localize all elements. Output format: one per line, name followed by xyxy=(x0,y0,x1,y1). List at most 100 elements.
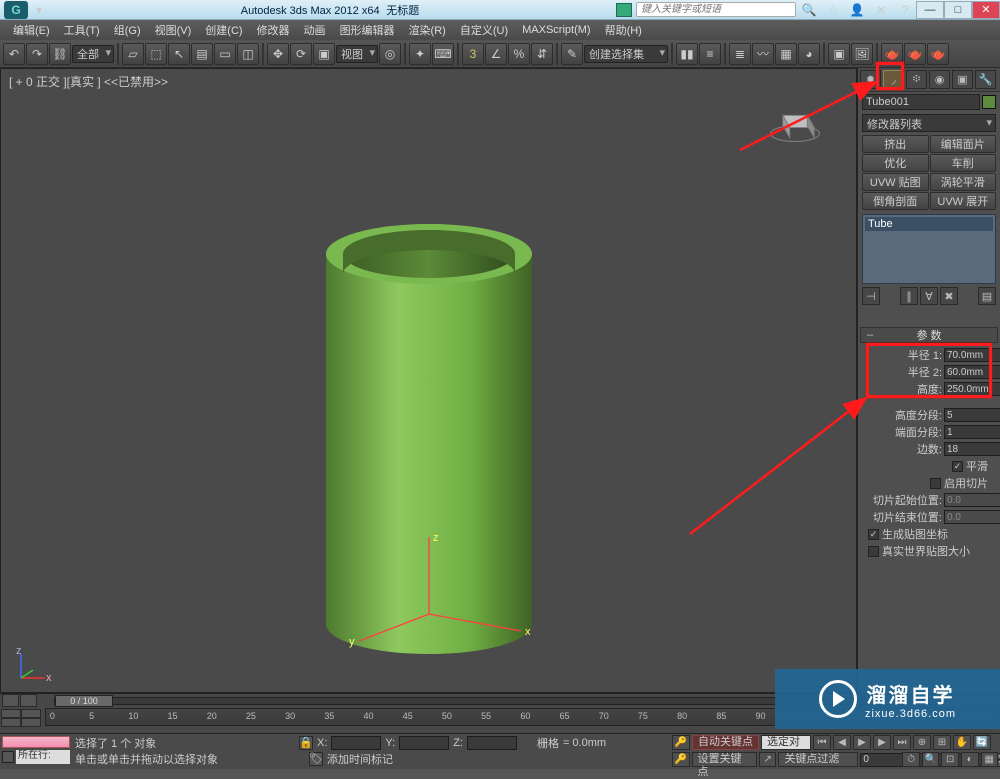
minimize-button[interactable]: — xyxy=(916,1,944,19)
menu-edit[interactable]: 编辑(E) xyxy=(6,22,57,38)
undo-button[interactable]: ↶ xyxy=(3,43,25,65)
set-key-icon[interactable]: 🔑 xyxy=(672,752,690,767)
render-setup-button[interactable]: ▣ xyxy=(828,43,850,65)
menu-modifiers[interactable]: 修改器 xyxy=(250,22,297,38)
radius2-input[interactable] xyxy=(944,365,1000,379)
user-icon[interactable]: 👤 xyxy=(846,0,868,21)
display-tab[interactable]: ▣ xyxy=(952,70,973,89)
scope-dropdown[interactable]: 全部 xyxy=(72,45,114,63)
pin-stack-button[interactable]: ⊣ xyxy=(862,287,880,305)
select-button[interactable]: ▱ xyxy=(122,43,144,65)
search-icon[interactable]: 🔍 xyxy=(798,0,820,21)
modifier-list-dropdown[interactable]: 修改器列表 xyxy=(862,114,996,132)
menu-customize[interactable]: 自定义(U) xyxy=(453,22,515,38)
nav-5-icon[interactable]: 🔍 xyxy=(922,752,940,767)
link-button[interactable]: ⛓ xyxy=(49,43,71,65)
params-rollup-header[interactable]: 参 数 xyxy=(860,327,998,343)
sel-set-field[interactable]: 选定对 xyxy=(761,735,811,750)
snap-angle-icon[interactable]: ∠ xyxy=(485,43,507,65)
height-input[interactable] xyxy=(944,382,1000,396)
mod-btn-bevelprofile[interactable]: 倒角剖面 xyxy=(862,192,929,210)
autokey-button[interactable]: 自动关键点 xyxy=(692,735,759,750)
filter-icon[interactable]: ↗ xyxy=(759,752,777,767)
gen-uv-checkbox[interactable] xyxy=(868,529,879,540)
setkey-button[interactable]: 设置关键点 xyxy=(692,752,757,767)
y-field[interactable] xyxy=(399,736,449,750)
sides-input[interactable] xyxy=(944,442,1000,456)
play-next-icon[interactable]: ▶ xyxy=(873,735,891,750)
configure-button[interactable]: ▤ xyxy=(978,287,996,305)
hseg-input[interactable] xyxy=(944,408,1000,422)
menu-create[interactable]: 创建(C) xyxy=(198,22,249,38)
trackbar-icon3[interactable] xyxy=(1,718,21,727)
snap-percent-icon[interactable]: % xyxy=(508,43,530,65)
stack-item-tube[interactable]: Tube xyxy=(865,217,993,231)
create-tab[interactable]: ✹ xyxy=(860,70,881,89)
maximize-button[interactable]: □ xyxy=(944,1,972,19)
curve-editor-button[interactable]: 〰 xyxy=(752,43,774,65)
mod-btn-extrude[interactable]: 挤出 xyxy=(862,135,929,153)
remove-mod-button[interactable]: ✖ xyxy=(940,287,958,305)
time-cfg-icon[interactable] xyxy=(2,694,19,707)
nav-3-icon[interactable]: ✋ xyxy=(953,735,971,750)
time-cfg2-icon[interactable] xyxy=(20,694,37,707)
slice-from-input[interactable] xyxy=(944,493,1000,507)
time-cfg-icon2[interactable]: ⏱ xyxy=(902,752,920,767)
scale-button[interactable]: ▣ xyxy=(313,43,335,65)
menu-maxscript[interactable]: MAXScript(M) xyxy=(515,24,597,36)
render-frame-button[interactable]: 🖼 xyxy=(851,43,873,65)
render-prod-button[interactable]: 🫖 xyxy=(927,43,949,65)
motion-tab[interactable]: ◉ xyxy=(929,70,950,89)
coord-dropdown[interactable]: 视图 xyxy=(336,45,378,63)
nav-7-icon[interactable]: ◐ xyxy=(961,752,979,767)
utilities-tab[interactable]: 🔧 xyxy=(975,70,996,89)
play-start-icon[interactable]: ⏮ xyxy=(813,735,831,750)
render-iter-button[interactable]: 🫖 xyxy=(904,43,926,65)
viewport[interactable]: [ + 0 正交 ][真实 ] <<已禁用>> xyxy=(0,68,857,693)
script-toggle-icon[interactable] xyxy=(2,751,14,763)
material-button[interactable]: ◕ xyxy=(798,43,820,65)
trackbar-icon4[interactable] xyxy=(21,718,41,727)
exchange-icon[interactable]: ✕ xyxy=(870,0,892,21)
selection-set-dropdown[interactable]: 创建选择集 xyxy=(584,45,668,63)
trackbar-icon2[interactable] xyxy=(21,709,41,718)
key-filter-button[interactable]: 关键点过滤器... xyxy=(778,752,858,767)
list-icon[interactable]: ▤ xyxy=(191,43,213,65)
mod-btn-editpatch[interactable]: 编辑面片 xyxy=(930,135,997,153)
radius1-input[interactable] xyxy=(944,348,1000,362)
play-end-icon[interactable]: ⏭ xyxy=(893,735,911,750)
manip-button[interactable]: ✦ xyxy=(409,43,431,65)
menu-grapheditor[interactable]: 图形编辑器 xyxy=(333,22,402,38)
schematic-button[interactable]: ▦ xyxy=(775,43,797,65)
info-icon[interactable] xyxy=(616,3,632,17)
close-button[interactable]: ✕ xyxy=(972,1,1000,19)
smooth-checkbox[interactable] xyxy=(952,461,963,472)
object-color-swatch[interactable] xyxy=(982,95,996,109)
rect-sel-icon[interactable]: ▭ xyxy=(214,43,236,65)
trackbar-icon[interactable] xyxy=(1,709,21,718)
pivot-icon[interactable]: ◎ xyxy=(379,43,401,65)
mirror-button[interactable]: ▮▮ xyxy=(676,43,698,65)
menu-animation[interactable]: 动画 xyxy=(297,22,333,38)
modify-tab[interactable]: ◞ xyxy=(883,70,904,89)
nav-8-icon[interactable]: ▦ xyxy=(981,752,999,767)
x-field[interactable] xyxy=(331,736,381,750)
redo-button[interactable]: ↷ xyxy=(26,43,48,65)
cursor-icon[interactable]: ↖ xyxy=(168,43,190,65)
modifier-stack[interactable]: Tube xyxy=(862,214,996,284)
tag-icon[interactable]: 🏷 xyxy=(309,752,323,766)
snap-spinner-icon[interactable]: ⇵ xyxy=(531,43,553,65)
nav-2-icon[interactable]: ⊞ xyxy=(933,735,951,750)
mod-btn-uvwmap[interactable]: UVW 贴图 xyxy=(862,173,929,191)
dropdown-icon[interactable]: ▾ xyxy=(32,3,46,17)
script-line-field[interactable]: 所在行: xyxy=(16,750,70,764)
make-unique-button[interactable]: ∀ xyxy=(920,287,938,305)
show-end-button[interactable]: ∥ xyxy=(900,287,918,305)
menu-view[interactable]: 视图(V) xyxy=(148,22,199,38)
mod-btn-optimize[interactable]: 优化 xyxy=(862,154,929,172)
mod-btn-turbosmooth[interactable]: 涡轮平滑 xyxy=(930,173,997,191)
z-field[interactable] xyxy=(467,736,517,750)
layers-button[interactable]: ≣ xyxy=(729,43,751,65)
nav-1-icon[interactable]: ⊕ xyxy=(913,735,931,750)
menu-render[interactable]: 渲染(R) xyxy=(402,22,453,38)
